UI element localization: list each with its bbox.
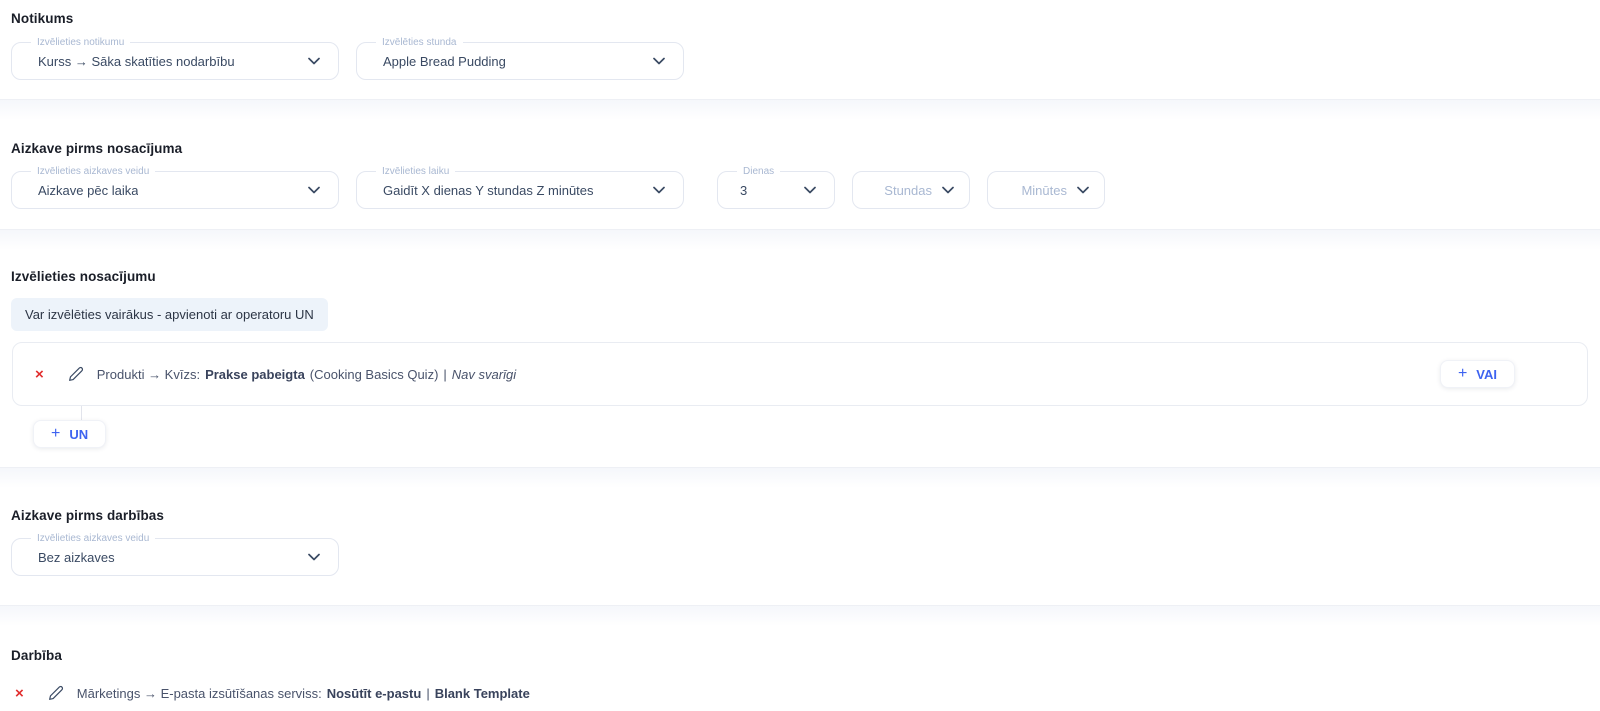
- section-event: Notikums Izvēlieties notikumu Kurss → Sā…: [0, 11, 1600, 125]
- chevron-down-icon: [942, 186, 954, 194]
- action-rule-row: × Mārketings → E-pasta izsūtīšanas servi…: [15, 685, 1600, 701]
- lesson-select-value: Apple Bread Pudding: [383, 53, 506, 69]
- event-select-label: Izvēlieties notikumu: [31, 36, 131, 49]
- condition-name: Prakse pabeigta: [205, 366, 305, 382]
- section-delay-before-condition: Aizkave pirms nosacījuma Izvēlieties aiz…: [0, 141, 1600, 255]
- event-select[interactable]: Izvēlieties notikumu Kurss → Sāka skatīt…: [11, 36, 339, 80]
- section-divider: [0, 605, 1600, 631]
- plus-icon: +: [51, 425, 61, 442]
- condition-rule-text: Produkti → Kvīzs: Prakse pabeigta (Cooki…: [97, 367, 516, 382]
- chevron-down-icon: [308, 57, 320, 65]
- action-delay-type-value: Bez aizkaves: [38, 549, 115, 565]
- section-action-title: Darbība: [11, 648, 62, 663]
- event-select-value: Kurss → Sāka skatīties nodarbību: [38, 53, 235, 69]
- action-rule-text: Mārketings → E-pasta izsūtīšanas serviss…: [77, 686, 530, 701]
- section-divider: [0, 99, 1600, 125]
- section-delay-before-action: Aizkave pirms darbības Izvēlieties aizka…: [0, 508, 1600, 631]
- section-delay-condition-title: Aizkave pirms nosacījuma: [11, 141, 183, 156]
- hours-select[interactable]: Stundas: [852, 171, 970, 209]
- edit-condition-button[interactable]: [68, 366, 84, 382]
- pencil-icon: [68, 366, 83, 381]
- days-select-value: 3: [740, 182, 748, 198]
- pipe-separator: |: [426, 685, 430, 701]
- pencil-icon: [48, 685, 63, 700]
- chevron-down-icon: [308, 186, 320, 194]
- chevron-down-icon: [804, 186, 816, 194]
- condition-path: Produkti → Kvīzs:: [96, 366, 201, 382]
- section-action: Darbība × Mārketings → E-pasta izsūtīšan…: [0, 648, 1600, 711]
- delay-type-select[interactable]: Izvēlieties aizkaves veidu Aizkave pēc l…: [11, 165, 339, 209]
- action-delay-type-label: Izvēlieties aizkaves veidu: [31, 532, 156, 545]
- delay-type-select-label: Izvēlieties aizkaves veidu: [31, 165, 156, 178]
- wait-time-select[interactable]: Izvēlieties laiku Gaidīt X dienas Y stun…: [356, 165, 684, 209]
- section-divider: [0, 229, 1600, 255]
- condition-hint: Var izvēlēties vairākus - apvienoti ar o…: [11, 298, 328, 331]
- minutes-select-placeholder: Minūtes: [1021, 182, 1067, 198]
- condition-detail: (Cooking Basics Quiz): [309, 366, 439, 382]
- delay-type-select-value: Aizkave pēc laika: [38, 182, 139, 198]
- chevron-down-icon: [308, 553, 320, 561]
- delete-condition-icon[interactable]: ×: [35, 367, 44, 382]
- connector-line: [81, 406, 82, 420]
- section-condition-title: Izvēlieties nosacījumu: [11, 269, 156, 284]
- wait-time-select-value: Gaidīt X dienas Y stundas Z minūtes: [383, 182, 594, 198]
- add-and-condition-button[interactable]: + UN: [33, 420, 107, 448]
- minutes-select[interactable]: Minūtes: [987, 171, 1105, 209]
- lesson-select-label: Izvēlēties stunda: [376, 36, 463, 49]
- delete-action-icon[interactable]: ×: [15, 686, 24, 701]
- lesson-select[interactable]: Izvēlēties stunda Apple Bread Pudding: [356, 36, 684, 80]
- pipe-separator: |: [443, 366, 447, 382]
- add-or-condition-button[interactable]: + VAI: [1439, 360, 1515, 388]
- edit-action-button[interactable]: [48, 685, 64, 701]
- section-condition: Izvēlieties nosacījumu Var izvēlēties va…: [0, 269, 1600, 493]
- plus-icon: +: [1457, 365, 1468, 382]
- or-button-label: VAI: [1476, 366, 1497, 382]
- chevron-down-icon: [1077, 186, 1089, 194]
- section-divider: [0, 467, 1600, 493]
- action-delay-type-select[interactable]: Izvēlieties aizkaves veidu Bez aizkaves: [11, 532, 339, 576]
- section-event-title: Notikums: [11, 11, 74, 26]
- action-template: Blank Template: [434, 685, 530, 701]
- days-select[interactable]: Dienas 3: [717, 165, 835, 209]
- wait-time-select-label: Izvēlieties laiku: [376, 165, 456, 178]
- condition-rule-card: × Produkti → Kvīzs: Prakse pabeigta (Coo…: [12, 342, 1588, 406]
- and-button-label: UN: [69, 426, 89, 442]
- chevron-down-icon: [653, 186, 665, 194]
- hours-select-placeholder: Stundas: [884, 182, 932, 198]
- section-delay-action-title: Aizkave pirms darbības: [11, 508, 165, 523]
- action-path: Mārketings → E-pasta izsūtīšanas serviss…: [76, 685, 322, 701]
- action-name: Nosūtīt e-pastu: [326, 685, 422, 701]
- condition-modifier: Nav svarīgi: [451, 366, 517, 382]
- days-select-label: Dienas: [737, 165, 781, 178]
- chevron-down-icon: [653, 57, 665, 65]
